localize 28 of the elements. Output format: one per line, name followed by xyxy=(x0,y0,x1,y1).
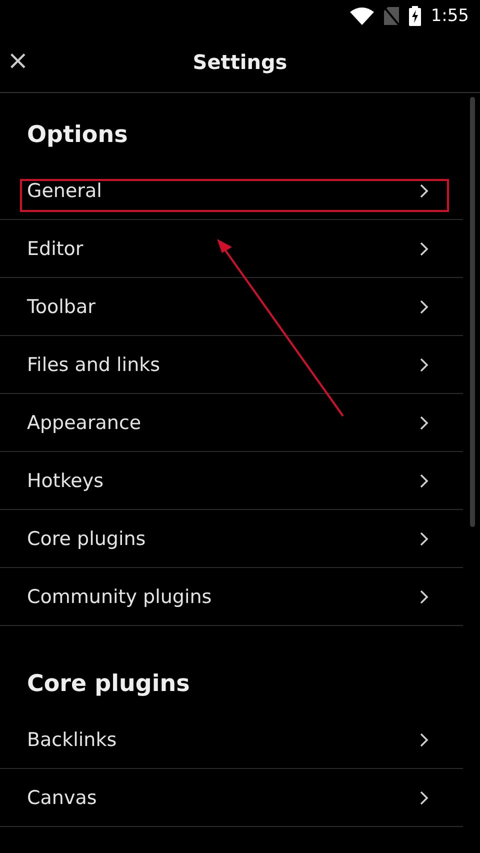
chevron-right-icon xyxy=(419,356,429,372)
settings-item[interactable]: Hotkeys xyxy=(0,452,463,510)
chevron-right-icon xyxy=(419,588,429,604)
chevron-right-icon xyxy=(419,790,429,806)
settings-item[interactable]: Backlinks xyxy=(0,711,463,769)
settings-item[interactable]: Community plugins xyxy=(0,568,463,626)
clock-time: 1:55 xyxy=(430,6,469,26)
scrollbar[interactable] xyxy=(470,97,475,527)
section-heading: Core plugins xyxy=(26,670,191,699)
chevron-right-icon xyxy=(419,530,429,546)
battery-charging-icon xyxy=(408,6,421,26)
chevron-right-icon xyxy=(419,414,429,430)
chevron-right-icon xyxy=(419,472,429,488)
settings-item[interactable]: General xyxy=(0,162,463,220)
chevron-right-icon xyxy=(419,240,429,256)
no-sim-icon xyxy=(384,7,399,25)
wifi-icon xyxy=(350,7,374,25)
settings-item[interactable]: Canvas xyxy=(0,769,463,827)
chevron-right-icon xyxy=(419,298,429,314)
settings-item[interactable]: Core plugins xyxy=(0,510,463,568)
close-button[interactable]: × xyxy=(5,48,31,74)
chevron-right-icon xyxy=(419,732,429,748)
chevron-right-icon xyxy=(419,182,429,198)
settings-item[interactable]: Files and links xyxy=(0,336,463,394)
section-heading: Options xyxy=(26,121,129,150)
page-title: Settings xyxy=(192,50,288,74)
settings-item[interactable]: Appearance xyxy=(0,394,463,452)
settings-item[interactable]: Toolbar xyxy=(0,278,463,336)
